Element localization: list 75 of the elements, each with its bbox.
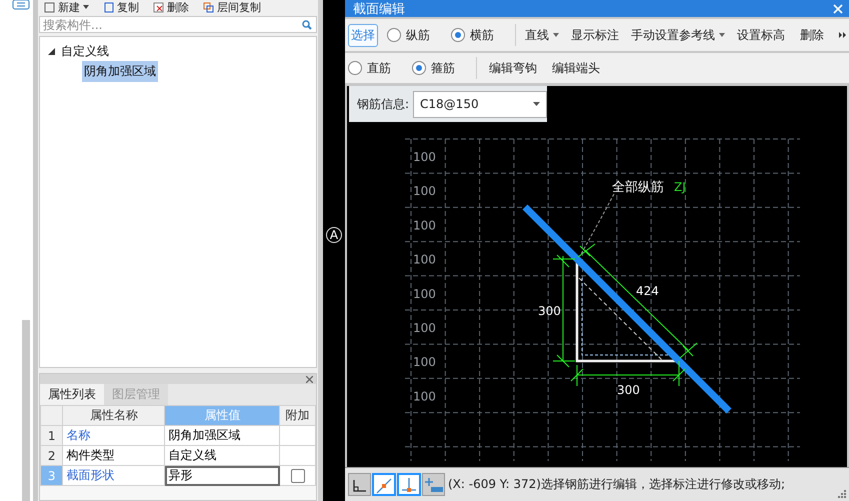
radio-button[interactable]: 直筋 [348,60,391,76]
toolbar-button[interactable]: 复制 [103,0,139,14]
radio-icon[interactable] [348,61,362,75]
page-icon [44,2,55,12]
caret-icon [533,102,540,106]
line-icon [374,476,394,494]
copy-icon [203,2,214,12]
table-cell: 构件类型 [62,446,165,466]
radio-icon[interactable] [412,61,426,75]
table-cell: 阴角加强区域 [164,426,280,446]
table-cell: 自定义线 [164,446,280,466]
toolbar-button[interactable]: 删除 [797,24,827,46]
checkbox[interactable] [290,468,305,482]
radio-button[interactable]: 箍筋 [412,60,455,76]
annotation-code: ZJ [674,180,686,194]
rebar-select[interactable]: C18@150 [413,90,547,118]
grid-label: 100 [413,252,436,267]
grid-label: 100 [413,184,436,198]
dropdown-button[interactable]: 手动设置参考线 [631,26,725,44]
table-cell: 名称 [62,426,165,446]
row-number: 2 [40,446,63,466]
toolbar-button[interactable]: 编辑端头 [549,56,603,80]
toolbar-button[interactable]: 选择 [348,24,378,46]
radio-icon[interactable] [451,28,465,42]
add-icon [424,476,444,494]
status-message: (X: -609 Y: 372)选择钢筋进行编辑，选择标注进行修改或移动; [448,476,786,493]
grid-label: 100 [413,321,436,335]
tree-item[interactable]: 自定义线 [59,40,111,62]
toolbar-button[interactable]: 编辑弯钩 [486,56,540,80]
close-icon [833,4,843,14]
radio-icon[interactable] [387,28,401,42]
close-icon [306,376,313,382]
toolbar-button[interactable]: 层间复制 [203,0,261,14]
grid-label: 100 [413,150,436,164]
scrollbar[interactable] [22,320,30,501]
more-icon [839,32,846,38]
column-header: 附加 [280,406,316,426]
toolbar-button[interactable]: 删除 [153,0,189,14]
annotation-label: 全部纵筋 [612,180,664,195]
window-title: 截面编辑 [353,0,405,18]
radio-button[interactable]: 纵筋 [387,26,430,44]
row-number: 3 [40,466,63,486]
table-cell: 截面形状 [62,466,165,486]
radio-button[interactable]: 横筋 [451,26,494,44]
resize-grip-icon [838,490,846,498]
document-icon [103,2,114,12]
column-header: 属性名称 [62,406,165,426]
status-tool-button[interactable] [348,473,371,496]
grid-label: 100 [413,389,436,404]
row-number: 1 [40,426,63,446]
scrollbar[interactable] [318,0,323,501]
perpendicular-icon [399,476,419,494]
caret-icon [83,5,89,9]
leader-line [580,194,614,256]
search-icon [302,20,312,30]
dimension-label: 424 [636,284,659,298]
toolbar-button[interactable]: 显示标注 [568,24,622,46]
tree-item[interactable]: 阴角加强区域 [82,60,158,82]
caret-icon [719,33,725,37]
dimension-label: 300 [538,304,561,318]
search-field[interactable]: 搜索构件... [39,16,317,33]
toolbar-button[interactable]: 设置标高 [734,24,788,46]
tab[interactable]: 属性列表 [40,384,104,405]
axis-marker: A [326,227,342,243]
dropdown-button[interactable]: 直线 [525,26,559,44]
field-label: 钢筋信息: [357,96,410,112]
column-header: 属性值 [164,406,280,426]
grid-label: 100 [413,218,436,232]
toolbar-button[interactable]: 新建 [44,0,89,14]
grid-label: 100 [413,355,436,370]
delete-icon [153,2,164,12]
grid-label: 100 [413,286,436,301]
caret-icon [553,33,559,37]
table-cell: 异形 [164,466,280,486]
dimension-label: 300 [617,383,640,397]
